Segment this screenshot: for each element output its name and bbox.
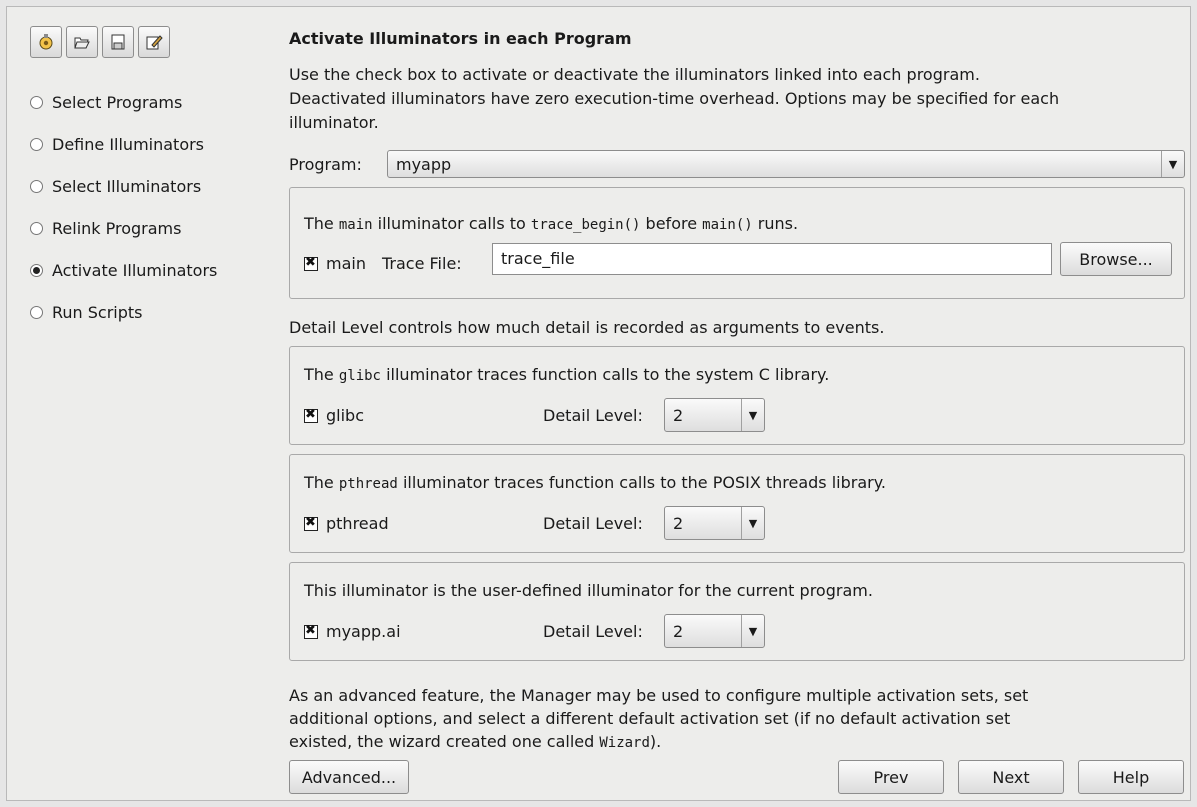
- save-button[interactable]: [102, 26, 134, 58]
- open-folder-icon: [74, 37, 90, 49]
- step-radio[interactable]: [30, 137, 43, 151]
- save-icon: [111, 34, 125, 50]
- illuminator-description: The pthread illuminator traces function …: [304, 473, 887, 492]
- description-line: illuminator.: [289, 113, 379, 132]
- detail-level-value: 2: [673, 621, 684, 641]
- page-description: Use the check box to activate or deactiv…: [289, 63, 1169, 135]
- page-title: Activate Illuminators in each Program: [289, 29, 632, 48]
- edit-button[interactable]: [138, 26, 170, 58]
- detail-level-select[interactable]: 2 ▼: [664, 614, 765, 648]
- illuminator-checkbox[interactable]: [304, 515, 318, 531]
- chevron-down-icon: ▼: [1161, 151, 1184, 177]
- browse-button[interactable]: Browse...: [1060, 242, 1172, 276]
- detail-level-label: Detail Level:: [543, 622, 643, 641]
- chevron-down-icon: ▼: [741, 507, 764, 539]
- illuminator-group: This illuminator is the user-defined ill…: [289, 562, 1185, 661]
- chevron-down-icon: ▼: [741, 615, 764, 647]
- chevron-down-icon: ▼: [741, 399, 764, 431]
- wizard-step-item[interactable]: Select Programs: [30, 81, 217, 123]
- step-radio[interactable]: [30, 95, 43, 109]
- edit-icon: [146, 35, 163, 50]
- step-radio[interactable]: [30, 221, 43, 235]
- main-checkbox[interactable]: [304, 255, 318, 271]
- prev-button[interactable]: Prev: [838, 760, 944, 794]
- trace-file-label: Trace File:: [381, 254, 462, 273]
- program-row: Program: myapp ▼: [289, 148, 1185, 180]
- program-label: Program:: [289, 154, 362, 174]
- step-radio[interactable]: [30, 263, 43, 277]
- illuminator-group: The pthread illuminator traces function …: [289, 454, 1185, 553]
- illuminator-checkbox[interactable]: [304, 623, 318, 639]
- wizard-step-item[interactable]: Select Illuminators: [30, 165, 217, 207]
- illuminator-name: glibc: [326, 406, 364, 425]
- step-label: Activate Illuminators: [52, 260, 218, 280]
- main-illuminator-group: The main illuminator calls to trace_begi…: [289, 187, 1185, 299]
- program-select[interactable]: myapp ▼: [387, 150, 1185, 178]
- wizard-step-item[interactable]: Run Scripts: [30, 291, 217, 333]
- advanced-button[interactable]: Advanced...: [289, 760, 409, 794]
- open-button[interactable]: [66, 26, 98, 58]
- step-label: Define Illuminators: [52, 134, 205, 154]
- detail-level-select[interactable]: 2 ▼: [664, 398, 765, 432]
- illuminator-row: glibc: [304, 406, 364, 425]
- illuminator-name: myapp.ai: [326, 622, 401, 641]
- wizard-window: Select Programs Define Illuminators Select…: [6, 6, 1191, 801]
- help-button[interactable]: Help: [1078, 760, 1184, 794]
- program-select-value: myapp: [396, 154, 452, 174]
- advanced-description: As an advanced feature, the Manager may …: [289, 686, 1029, 751]
- detail-level-intro: Detail Level controls how much detail is…: [289, 318, 885, 337]
- next-button[interactable]: Next: [958, 760, 1064, 794]
- description-line: Deactivated illuminators have zero execu…: [289, 89, 1060, 108]
- step-label: Select Illuminators: [52, 176, 202, 196]
- illuminator-checkbox[interactable]: [304, 407, 318, 423]
- main-checkbox-label: main: [326, 254, 366, 273]
- wizard-step-item[interactable]: Relink Programs: [30, 207, 217, 249]
- step-label: Relink Programs: [52, 218, 182, 238]
- step-radio[interactable]: [30, 305, 43, 319]
- settings-button[interactable]: [30, 26, 62, 58]
- illuminator-row: myapp.ai: [304, 622, 401, 641]
- detail-level-label: Detail Level:: [543, 406, 643, 425]
- settings-icon: [39, 34, 53, 50]
- main-illuminator-description: The main illuminator calls to trace_begi…: [304, 214, 799, 233]
- step-label: Select Programs: [52, 92, 183, 112]
- step-radio[interactable]: [30, 179, 43, 193]
- toolbar: [30, 26, 170, 58]
- illuminator-name: pthread: [326, 514, 389, 533]
- illuminator-description: This illuminator is the user-defined ill…: [304, 581, 873, 600]
- wizard-step-item[interactable]: Define Illuminators: [30, 123, 217, 165]
- trace-file-input[interactable]: trace_file: [492, 243, 1052, 275]
- detail-level-label: Detail Level:: [543, 514, 643, 533]
- illuminator-description: The glibc illuminator traces function ca…: [304, 365, 830, 384]
- detail-level-value: 2: [673, 405, 684, 425]
- illuminator-row: pthread: [304, 514, 389, 533]
- illuminator-group: The glibc illuminator traces function ca…: [289, 346, 1185, 445]
- description-line: Use the check box to activate or deactiv…: [289, 65, 980, 84]
- step-label: Run Scripts: [52, 302, 143, 322]
- wizard-steps: Select Programs Define Illuminators Select…: [30, 81, 217, 333]
- detail-level-select[interactable]: 2 ▼: [664, 506, 765, 540]
- main-illuminator-row: main Trace File:: [304, 254, 462, 273]
- wizard-step-item[interactable]: Activate Illuminators: [30, 249, 217, 291]
- detail-level-value: 2: [673, 513, 684, 533]
